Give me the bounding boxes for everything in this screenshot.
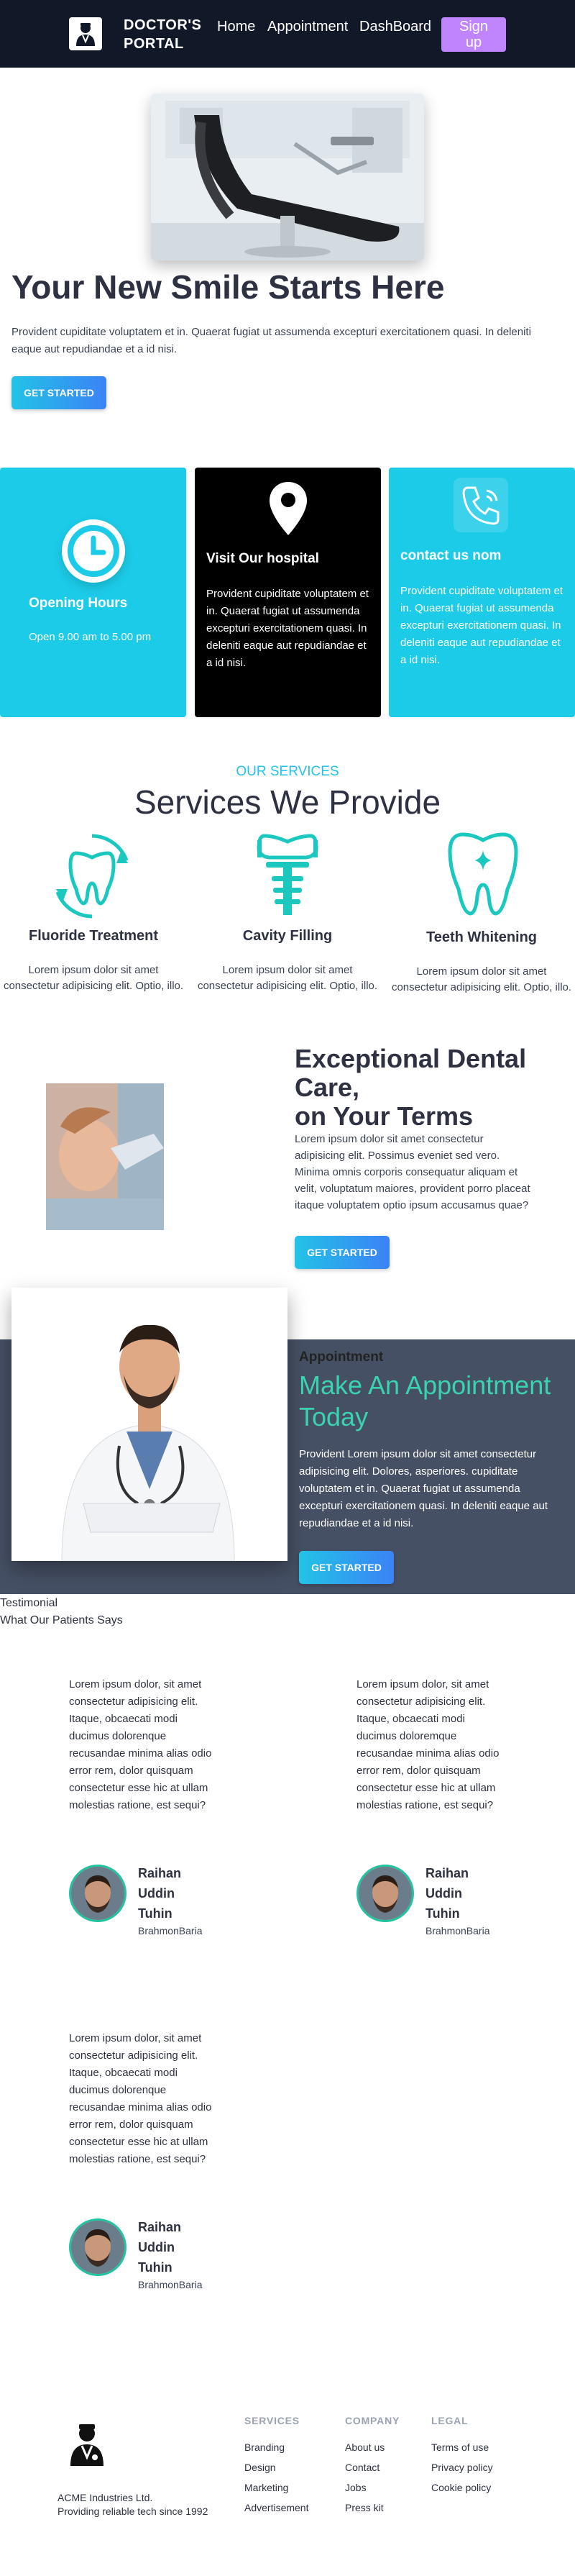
name-line: Uddin [426,1886,462,1901]
name-line: Raihan [138,2220,182,2234]
card-title: Visit Our hospital [206,551,319,566]
dental-patient-image [46,1083,164,1230]
avatar [69,2218,126,2276]
location-pin-icon [267,476,310,545]
name-line: Raihan [138,1866,182,1880]
appointment-title: Make An Appointment Today [299,1370,551,1432]
services-subtitle: OUR SERVICES [236,764,339,779]
service-text-fluoride: Lorem ipsum dolor sit amet consectetur a… [3,964,184,992]
footer-link-terms[interactable]: Terms of use [431,2441,489,2453]
appointment-text: Provident Lorem ipsum dolor sit amet con… [299,1448,548,1529]
nav-link-appointment[interactable]: Appointment [267,19,348,35]
testimonial-subtitle: What Our Patients Says [0,1614,123,1626]
title-line-1: Exceptional Dental [295,1044,527,1073]
tooth-implant-icon [244,830,331,924]
service-title-cavity: Cavity Filling [242,928,333,944]
name-line: Tuhin [426,1906,460,1921]
exceptional-care-title: Exceptional Dental Care, on Your Terms [295,1044,526,1131]
brand-line-1: DOCTOR'S [124,17,202,33]
testimonial-quote: Lorem ipsum dolor, sit amet consectetur … [69,2032,212,2165]
title-line-3: on Your Terms [295,1101,474,1131]
sign-up-line-1: Sign [459,19,489,35]
name-line: Raihan [426,1866,469,1880]
dental-chair-image [151,94,424,260]
hero-get-started-button[interactable]: GET STARTED [12,376,106,409]
service-title-whitening: Teeth Whitening [426,929,538,945]
visit-hospital-card: Visit Our hospital Provident cupiditate … [195,468,381,717]
reviewer-name: Raihan Uddin Tuhin [138,2217,196,2277]
contact-card: contact us nom Provident cupiditate volu… [389,468,575,717]
services-title: Services We Provide [134,783,441,821]
card-title: contact us nom [400,548,502,563]
footer-link-contact[interactable]: Contact [345,2462,380,2473]
testimonial-label: Testimonial [0,1597,58,1609]
service-text-cavity: Lorem ipsum dolor sit amet consectetur a… [197,964,378,992]
tooth-cycle-icon [49,832,135,925]
name-line: Uddin [138,1886,175,1901]
clock-icon [62,519,125,583]
doctor-image [12,1288,288,1561]
footer-heading-company: COMPANY [345,2415,400,2426]
title-line-2: Care, [295,1073,360,1102]
hero-title: Your New Smile Starts Here [12,268,445,306]
avatar [356,1865,414,1922]
footer-link-jobs[interactable]: Jobs [345,2482,367,2493]
footer-link-press-kit[interactable]: Press kit [345,2502,384,2513]
name-line: Tuhin [138,2260,172,2275]
footer-heading-legal: LEGAL [431,2415,469,2426]
reviewer-location: BrahmonBaria [426,1925,490,1936]
reviewer-name: Raihan Uddin Tuhin [426,1863,483,1924]
reviewer-name: Raihan Uddin Tuhin [138,1863,196,1924]
appointment-label: Appointment [299,1350,384,1365]
reviewer-location: BrahmonBaria [138,2279,203,2290]
reviewer-location: BrahmonBaria [138,1925,203,1936]
footer-link-marketing[interactable]: Marketing [244,2482,288,2493]
doctor-logo-icon[interactable] [69,17,102,50]
exceptional-care-text: Lorem ipsum dolor sit amet consectetur a… [295,1133,530,1211]
nav-link-home[interactable]: Home [217,19,255,35]
footer-company-name: ACME Industries Ltd. [58,2492,153,2503]
navbar: DOCTOR'S PORTAL Home Appointment DashBoa… [0,0,575,68]
card-title: Opening Hours [29,596,128,611]
testimonial-quote: Lorem ipsum dolor, sit amet consectetur … [356,1678,500,1811]
testimonial-quote: Lorem ipsum dolor, sit amet consectetur … [69,1678,212,1811]
name-line: Uddin [138,2240,175,2254]
appointment-get-started-button[interactable]: GET STARTED [299,1551,394,1584]
name-line: Tuhin [138,1906,172,1921]
footer-company-tagline: Providing reliable tech since 1992 [58,2506,208,2517]
exceptional-get-started-button[interactable]: GET STARTED [295,1236,390,1269]
phone-icon [454,478,508,532]
hero-text: Provident cupiditate voluptatem et in. Q… [12,326,531,355]
service-title-fluoride: Fluoride Treatment [28,928,159,944]
sign-up-button[interactable]: Sign up [441,17,506,52]
footer-doctor-logo-icon [63,2420,111,2471]
footer-link-design[interactable]: Design [244,2462,276,2473]
tooth-sparkle-icon [440,827,526,921]
nav-link-dashboard[interactable]: DashBoard [359,19,431,35]
card-text: Provident cupiditate voluptatem et in. Q… [400,585,563,666]
footer-link-cookie[interactable]: Cookie policy [431,2482,491,2493]
footer-heading-services: SERVICES [244,2415,300,2426]
footer-link-about[interactable]: About us [345,2441,385,2453]
footer-link-privacy[interactable]: Privacy policy [431,2462,493,2473]
opening-hours-card: Opening Hours Open 9.00 am to 5.00 pm [0,468,186,717]
brand-name[interactable]: DOCTOR'S PORTAL [124,16,201,53]
card-text: Open 9.00 am to 5.00 pm [29,631,152,643]
card-text: Provident cupiditate voluptatem et in. Q… [206,588,369,669]
sign-up-line-2: up [465,35,482,50]
avatar [69,1865,126,1922]
service-text-whitening: Lorem ipsum dolor sit amet consectetur a… [391,965,572,993]
footer-link-branding[interactable]: Branding [244,2441,285,2453]
footer-link-advertisement[interactable]: Advertisement [244,2502,308,2513]
brand-line-2: PORTAL [124,36,184,52]
